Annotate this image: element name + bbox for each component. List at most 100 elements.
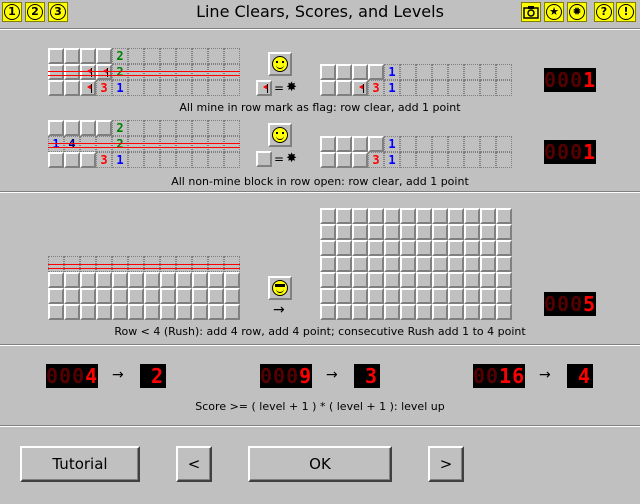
open-cell [160,136,176,152]
covered-equals-mine: = ✸ [256,151,297,167]
flag-cell [80,64,96,80]
covered-cell [448,208,464,224]
covered-cell [336,240,352,256]
open-cell [224,80,240,96]
star-button[interactable]: ★ [544,2,564,22]
open-cell [496,152,512,168]
covered-cell [384,240,400,256]
open-cell [176,120,192,136]
covered-cell [464,304,480,320]
help-button[interactable]: ? [594,2,614,22]
open-cell [128,152,144,168]
number-cell: 1 [112,152,128,168]
score-display: 0001 [544,68,596,92]
open-cell [144,48,160,64]
covered-cell [384,208,400,224]
camera-button[interactable] [521,2,541,22]
row-highlight-line [48,264,240,265]
smiley-icon [272,56,288,72]
open-cell [448,152,464,168]
arrow-icon: → [273,302,285,318]
number-cell: 1 [384,152,400,168]
covered-cell [128,272,144,288]
covered-cell [432,208,448,224]
covered-cell [320,224,336,240]
covered-cell [368,304,384,320]
gear-button[interactable]: ✹ [567,2,587,22]
open-cell [464,64,480,80]
covered-cell [112,288,128,304]
header-divider [0,28,640,30]
covered-cell [448,304,464,320]
smiley-face-button[interactable] [268,123,292,147]
open-cell [208,48,224,64]
row-highlight-line [48,143,240,144]
covered-cell [320,152,336,168]
open-cell [224,48,240,64]
covered-cell [432,224,448,240]
covered-cell [400,272,416,288]
covered-cell [464,224,480,240]
open-cell [192,80,208,96]
row-highlight-line [48,75,240,76]
open-cell [416,152,432,168]
tutorial-button[interactable]: Tutorial [20,446,140,482]
covered-cell [496,208,512,224]
covered-cell [464,208,480,224]
open-cell [176,48,192,64]
alert-button[interactable]: ! [616,2,636,22]
open-cell [400,136,416,152]
covered-cell [80,152,96,168]
open-cell [144,136,160,152]
number-cell: 3 [96,80,112,96]
smiley-face-button[interactable] [268,52,292,76]
covered-cell [208,272,224,288]
covered-cell [192,288,208,304]
open-cell [160,120,176,136]
covered-cell [336,80,352,96]
covered-cell [48,288,64,304]
flag-rule-caption: All mine in row mark as flag: row clear,… [179,101,461,114]
covered-cell [320,256,336,272]
ok-button[interactable]: OK [248,446,392,482]
open-cell [400,152,416,168]
covered-cell [352,152,368,168]
number-cell: 2 [112,136,128,152]
level-display: 4 [567,364,593,388]
covered-cell [368,64,384,80]
covered-cell [416,288,432,304]
covered-cell [368,136,384,152]
covered-cell [480,240,496,256]
cool-face-button[interactable] [268,276,292,300]
covered-cell [320,240,336,256]
rush-rule-caption: Row < 4 (Rush): add 4 row, add 4 point; … [114,325,526,338]
equals-sign: = [274,152,285,166]
open-cell [128,80,144,96]
open-cell [176,64,192,80]
open-cell [480,64,496,80]
sunglasses-face-icon [272,280,288,296]
covered-cell [48,120,64,136]
covered-cell [320,304,336,320]
covered-cell [432,240,448,256]
next-button[interactable]: > [428,446,464,482]
covered-cell [352,304,368,320]
flag-row-result-board: 131 [320,64,512,96]
prev-button[interactable]: < [176,446,212,482]
open-cell [432,64,448,80]
open-cell [128,48,144,64]
star-icon: ★ [546,4,562,20]
covered-cell [224,288,240,304]
open-cell [208,136,224,152]
covered-cell [208,304,224,320]
covered-cell [96,288,112,304]
covered-cell [96,120,112,136]
covered-cell [144,272,160,288]
open-cell [432,80,448,96]
open-cell [144,80,160,96]
open-cell [448,64,464,80]
score-display: 0001 [544,140,596,164]
open-cell [160,80,176,96]
section-divider [0,191,640,193]
open-cell [128,136,144,152]
